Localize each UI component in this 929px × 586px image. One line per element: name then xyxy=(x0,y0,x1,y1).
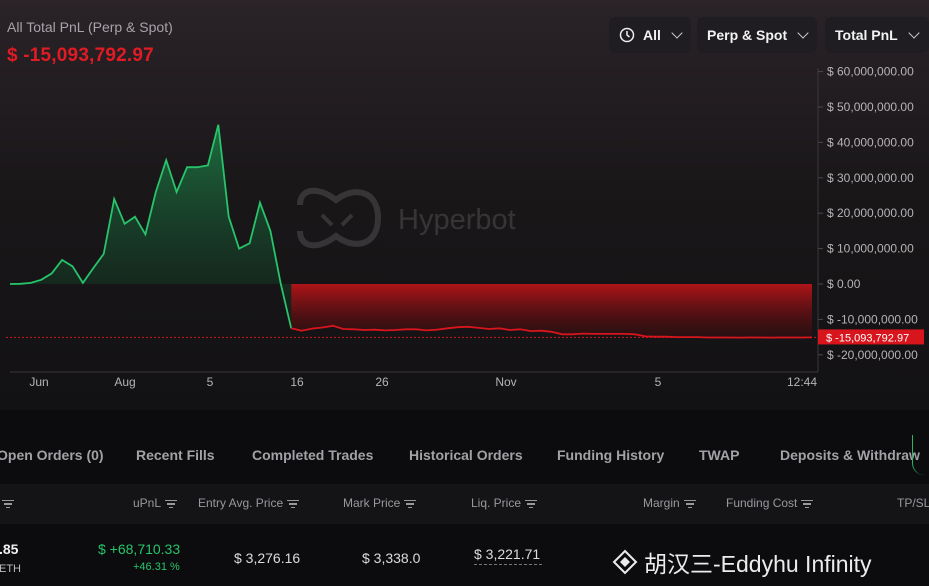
tab-scroll-edge xyxy=(912,435,929,475)
pnl-chart: Hyperbot $ 60,000,000.00$ 50,000,000.00$… xyxy=(6,65,924,389)
tab-twap[interactable]: TWAP xyxy=(699,447,739,463)
svg-text:$ -15,093,792.97: $ -15,093,792.97 xyxy=(826,332,909,344)
positive-area xyxy=(10,124,292,329)
column-header-upnl[interactable]: uPnL xyxy=(133,496,178,511)
x-tick-label: 5 xyxy=(655,375,662,389)
column-header-margin[interactable]: Margin xyxy=(643,496,696,510)
column-header-funding-cost[interactable]: Funding Cost xyxy=(726,496,814,511)
table-header: uPnL Entry Avg. Price Mark Price Liq. Pr… xyxy=(0,484,929,524)
tab-historical-orders[interactable]: Historical Orders xyxy=(409,447,523,463)
tab-funding-history[interactable]: Funding History xyxy=(557,447,664,463)
source-watermark: 胡汉三-Eddyhu Infinity xyxy=(612,545,872,579)
svg-text:Hyperbot: Hyperbot xyxy=(398,204,516,236)
column-header-size[interactable] xyxy=(0,496,14,510)
x-tick-label: 5 xyxy=(207,375,214,389)
column-header-liq-price[interactable]: Liq. Price xyxy=(471,496,538,511)
upnl-value: $ +68,710.33 xyxy=(98,541,181,557)
sort-icon[interactable] xyxy=(165,498,178,511)
current-value-tag: $ -15,093,792.97 xyxy=(818,329,924,345)
y-tick-label: $ 40,000,000.00 xyxy=(827,135,914,149)
tab-open-orders[interactable]: Open Orders (0) xyxy=(0,447,104,463)
x-tick-label: 16 xyxy=(290,375,304,389)
sort-icon[interactable] xyxy=(801,498,814,511)
sort-icon[interactable] xyxy=(683,498,696,511)
tab-deposits-withdrawals[interactable]: Deposits & Withdraw xyxy=(780,447,920,463)
x-tick-label: 26 xyxy=(375,375,389,389)
y-tick-label: $ 0.00 xyxy=(827,277,861,291)
chart-watermark: Hyperbot xyxy=(297,187,516,249)
x-tick-label: 12:44 xyxy=(787,375,817,389)
column-header-mark-price[interactable]: Mark Price xyxy=(343,496,417,511)
y-tick-label: $ 60,000,000.00 xyxy=(827,65,914,79)
x-tick-label: Aug xyxy=(114,375,135,389)
bottom-tabs: Open Orders (0) Recent Fills Completed T… xyxy=(0,435,929,475)
liq-price-underline xyxy=(474,564,542,565)
entry-price-value: $ 3,276.16 xyxy=(234,550,301,566)
tab-completed-trades[interactable]: Completed Trades xyxy=(252,447,373,463)
y-tick-label: $ 20,000,000.00 xyxy=(827,206,914,220)
y-tick-label: $ 30,000,000.00 xyxy=(827,171,914,185)
x-tick-label: Nov xyxy=(495,375,516,389)
sort-icon[interactable] xyxy=(2,498,14,511)
x-tick-label: Jun xyxy=(29,375,48,389)
tab-recent-fills[interactable]: Recent Fills xyxy=(136,447,215,463)
y-tick-label: $ 10,000,000.00 xyxy=(827,242,914,256)
y-tick-label: $ 50,000,000.00 xyxy=(827,100,914,114)
upnl-percent: +46.31 % xyxy=(133,561,180,573)
y-axis: $ 60,000,000.00 $ 50,000,000.00 $ 40,000,0… xyxy=(818,65,918,362)
position-size: .85 xyxy=(0,541,19,557)
column-header-entry-price[interactable]: Entry Avg. Price xyxy=(198,496,300,511)
pnl-chart-panel: All Total PnL (Perp & Spot) $ -15,093,79… xyxy=(0,0,929,410)
logo-icon xyxy=(612,549,638,575)
mark-price-value: $ 3,338.0 xyxy=(362,550,421,566)
y-tick-label: $ -20,000,000.00 xyxy=(827,348,918,362)
watermark-text: 胡汉三-Eddyhu Infinity xyxy=(644,551,872,577)
position-asset: ETH xyxy=(0,563,21,575)
liq-price-value: $ 3,221.71 xyxy=(474,546,541,562)
sort-icon[interactable] xyxy=(525,498,538,511)
x-axis: Jun Aug 5 16 26 Nov 5 12:44 xyxy=(10,371,818,389)
y-tick-label: $ -10,000,000.00 xyxy=(827,312,918,326)
column-header-tpsl[interactable]: TP/SL xyxy=(897,496,929,510)
sort-icon[interactable] xyxy=(404,498,417,511)
sort-icon[interactable] xyxy=(287,498,300,511)
